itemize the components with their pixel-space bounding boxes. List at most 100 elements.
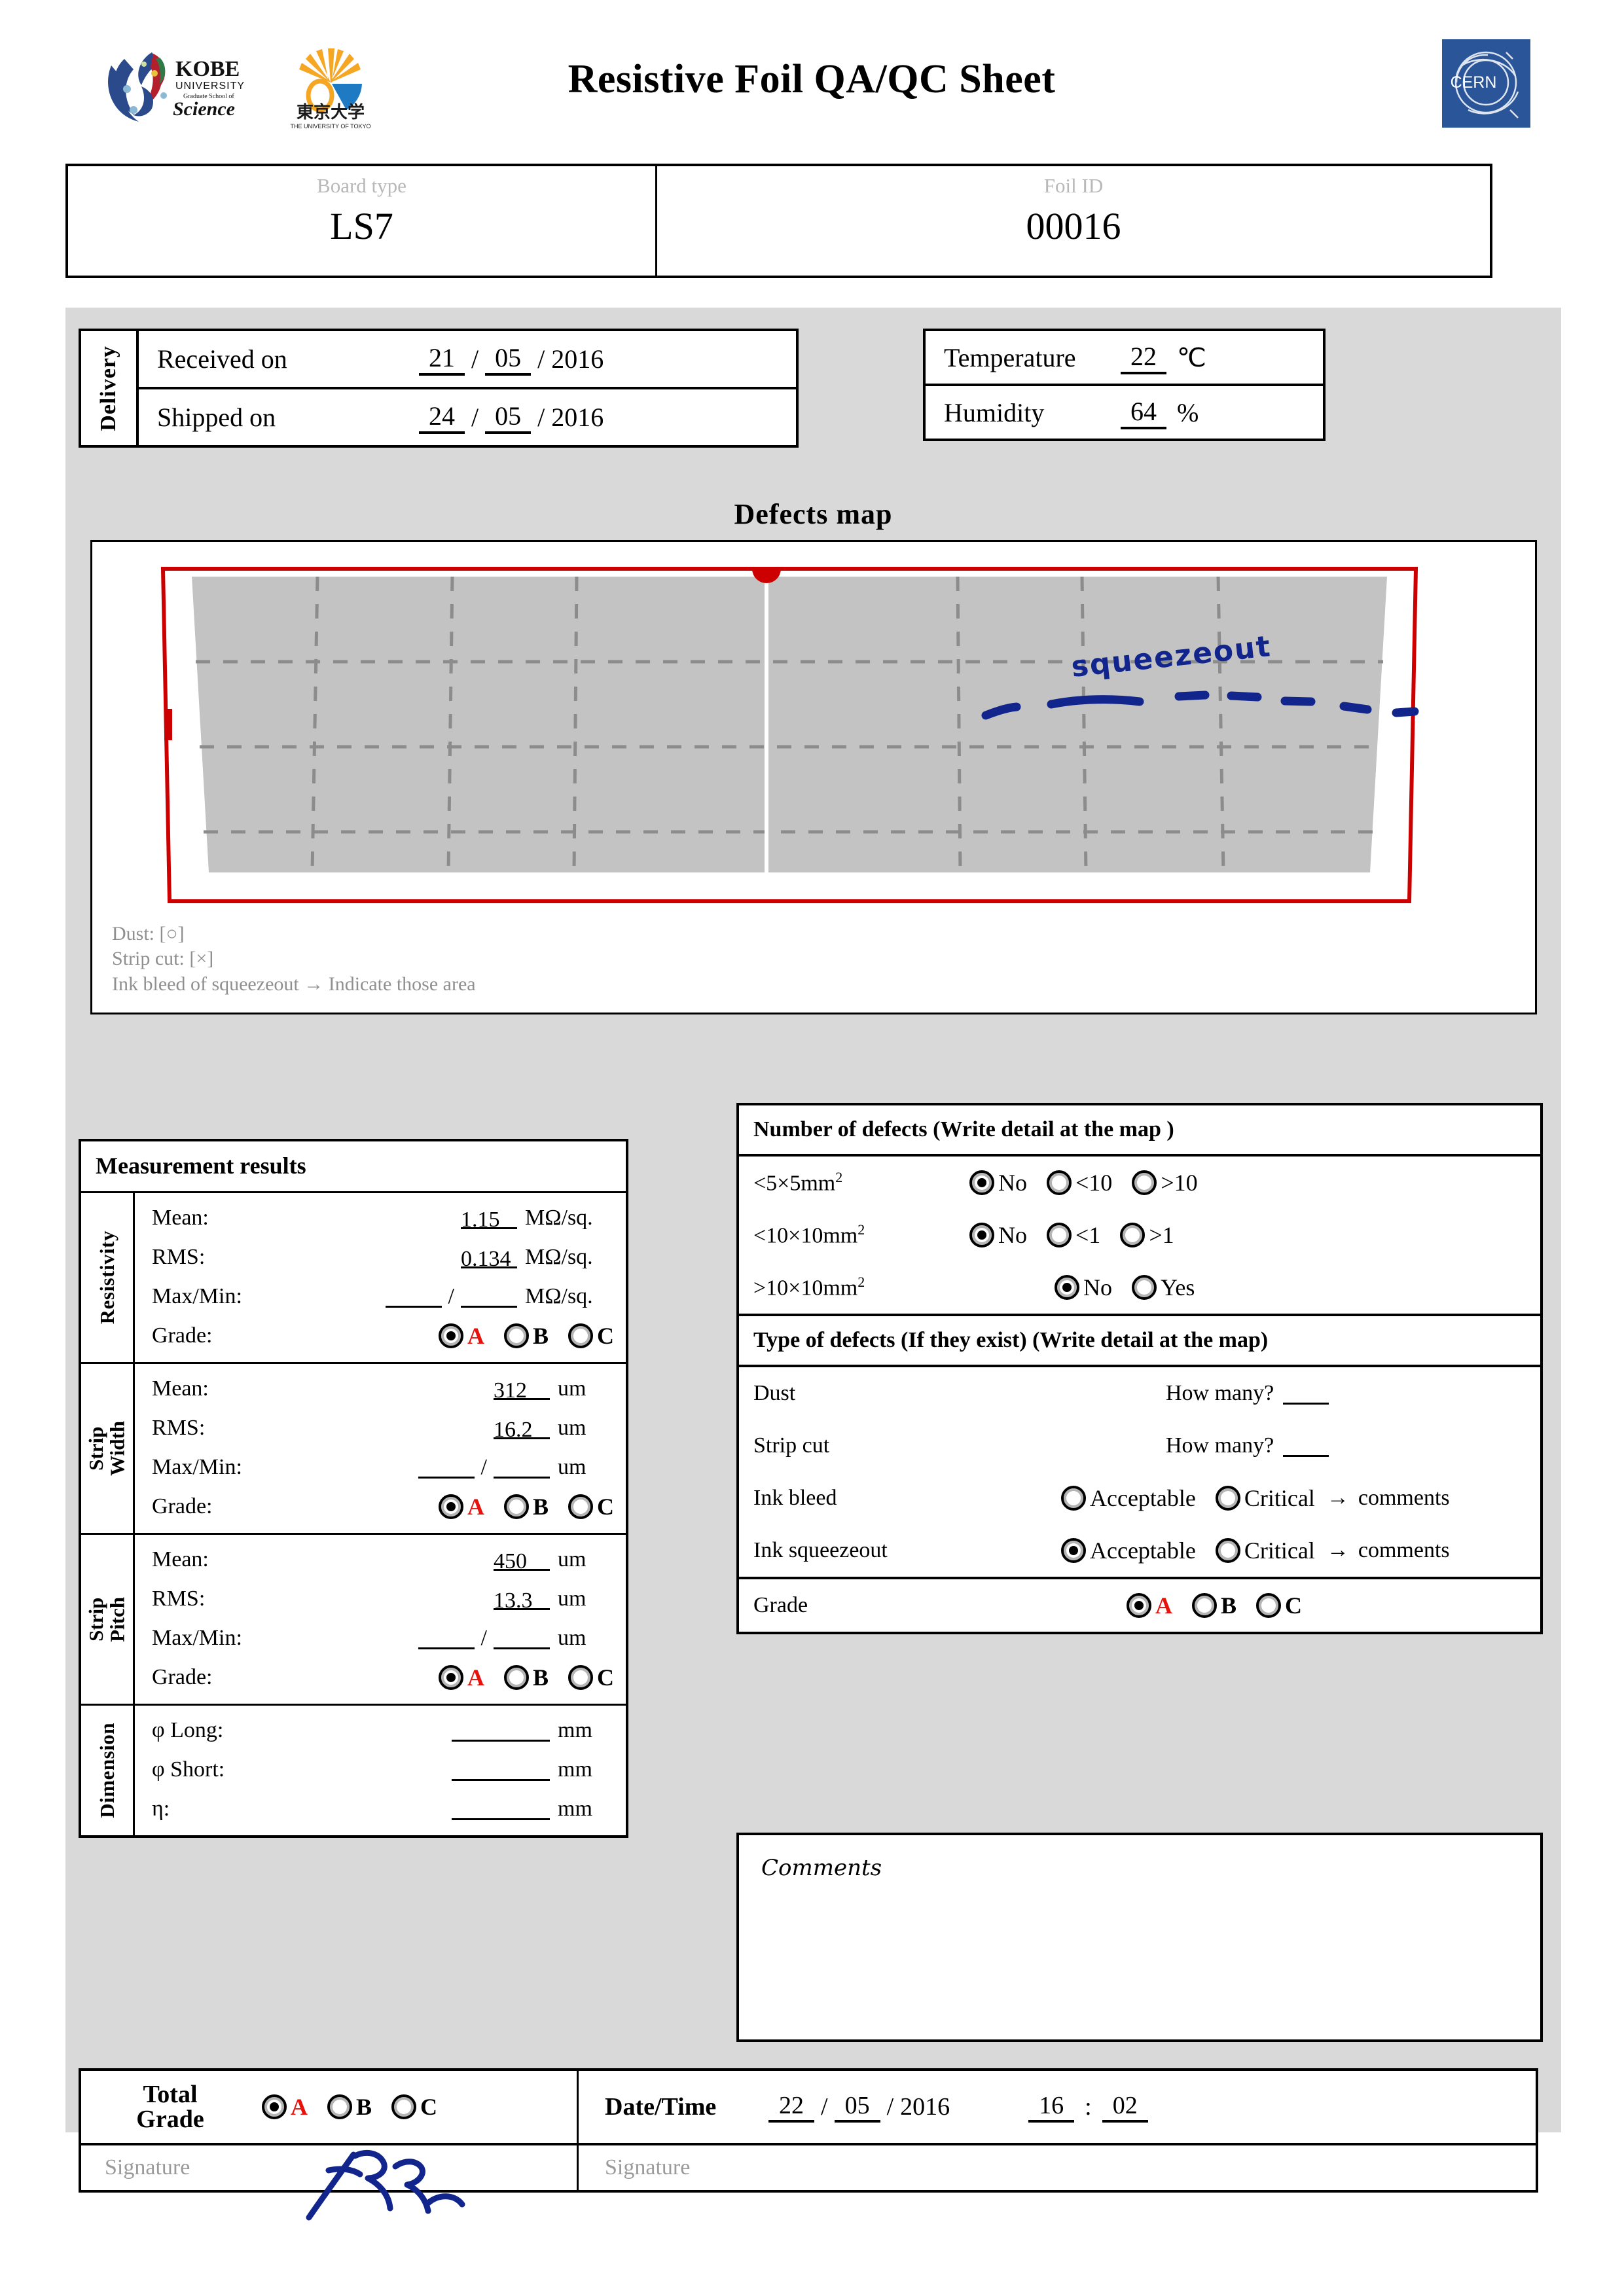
resistivity-grade-b[interactable]: B	[503, 1322, 551, 1350]
radio-icon[interactable]	[568, 1323, 593, 1348]
signature-cell-right[interactable]: Signature	[579, 2145, 1536, 2190]
ink-squeezeout-critical[interactable]: Critical	[1215, 1537, 1318, 1564]
temperature-field[interactable]: 22	[1121, 341, 1166, 374]
strip-pitch-grade-a[interactable]: A	[438, 1664, 487, 1691]
radio-icon[interactable]	[438, 1494, 463, 1519]
radio-icon[interactable]	[1215, 1538, 1240, 1563]
radio-icon[interactable]	[1055, 1275, 1079, 1300]
strip-width-label-line2: Width	[105, 1421, 129, 1476]
defects-gt10x10-option-yes[interactable]: Yes	[1132, 1274, 1197, 1301]
dimension-eta-value[interactable]	[452, 1799, 550, 1820]
radio-icon[interactable]	[969, 1223, 994, 1247]
foil-id-value: 00016	[1026, 205, 1121, 247]
strip-pitch-mean-value[interactable]: 450	[494, 1549, 550, 1573]
foil-diagram[interactable]: squeezeout	[158, 565, 1421, 905]
resistivity-min-value[interactable]	[461, 1286, 517, 1308]
radio-icon[interactable]	[1132, 1275, 1157, 1300]
defects-10x10-option-no[interactable]: No	[969, 1221, 1030, 1249]
date-day-field[interactable]: 22	[768, 2091, 814, 2123]
radio-icon[interactable]	[391, 2094, 417, 2119]
total-grade-a[interactable]: A	[262, 2093, 310, 2121]
radio-icon[interactable]	[503, 1665, 529, 1690]
date-month-field[interactable]: 05	[834, 2091, 880, 2123]
strip-pitch-grade-b[interactable]: B	[503, 1664, 551, 1691]
received-month-field[interactable]: 05	[485, 342, 532, 376]
defects-10x10-option-gt1[interactable]: >1	[1120, 1221, 1176, 1249]
defects-5x5-option-gt10[interactable]: >10	[1132, 1169, 1200, 1196]
signature-cell-left[interactable]: Signature	[81, 2145, 579, 2221]
comments-box[interactable]: Comments	[736, 1833, 1543, 2042]
strip-width-min-value[interactable]	[494, 1457, 550, 1479]
radio-icon[interactable]	[1256, 1593, 1282, 1618]
defects-5x5-option-lt10[interactable]: <10	[1047, 1169, 1115, 1196]
strip-width-grade-c[interactable]: C	[568, 1493, 617, 1520]
option-label: No	[998, 1170, 1027, 1196]
strip-pitch-rms-value[interactable]: 13.3	[494, 1588, 550, 1613]
total-grade-title: Total Grade	[105, 2082, 236, 2132]
defects-grade-a[interactable]: A	[1127, 1592, 1175, 1619]
radio-icon[interactable]	[1047, 1223, 1072, 1247]
radio-icon[interactable]	[1061, 1538, 1086, 1563]
received-day-field[interactable]: 21	[419, 342, 465, 376]
total-grade-c[interactable]: C	[391, 2093, 440, 2121]
radio-icon[interactable]	[1127, 1593, 1151, 1618]
radio-icon[interactable]	[327, 2094, 352, 2119]
option-label: Acceptable	[1090, 1485, 1196, 1511]
defects-10x10-option-lt1[interactable]: <1	[1047, 1221, 1103, 1249]
strip-pitch-grade-c[interactable]: C	[568, 1664, 617, 1691]
radio-icon[interactable]	[1192, 1593, 1217, 1618]
radio-icon[interactable]	[568, 1665, 593, 1690]
radio-icon[interactable]	[1047, 1170, 1072, 1195]
strip-width-maxmin-unit: um	[558, 1455, 586, 1479]
strip-width-grade-a[interactable]: A	[438, 1493, 487, 1520]
foil-left-tick-marker	[164, 709, 172, 740]
shipped-month-field[interactable]: 05	[485, 401, 532, 434]
strip-pitch-mean-unit: um	[558, 1547, 586, 1571]
resistivity-max-value[interactable]	[385, 1286, 442, 1308]
humidity-field[interactable]: 64	[1121, 396, 1166, 429]
resistivity-grade-c[interactable]: C	[568, 1322, 617, 1350]
radio-icon[interactable]	[568, 1494, 593, 1519]
defects-grade-c[interactable]: C	[1256, 1592, 1305, 1619]
radio-icon[interactable]	[1215, 1486, 1240, 1511]
resistivity-grade-a[interactable]: A	[438, 1322, 487, 1350]
radio-icon[interactable]	[969, 1170, 994, 1195]
strip-width-max-value[interactable]	[418, 1457, 475, 1479]
defects-5x5-option-no[interactable]: No	[969, 1169, 1030, 1196]
radio-icon[interactable]	[503, 1494, 529, 1519]
defects-grade-b[interactable]: B	[1192, 1592, 1239, 1619]
resistivity-rms-value[interactable]: 0.134	[461, 1247, 517, 1271]
type-strip-cut-row: Strip cut How many?	[739, 1420, 1540, 1472]
strip-pitch-max-value[interactable]	[418, 1628, 475, 1649]
time-hour-field[interactable]: 16	[1028, 2091, 1075, 2123]
radio-icon[interactable]	[438, 1323, 463, 1348]
ink-bleed-acceptable[interactable]: Acceptable	[1061, 1484, 1199, 1512]
dust-count-value[interactable]	[1283, 1383, 1329, 1405]
radio-icon[interactable]	[503, 1323, 529, 1348]
total-grade-b[interactable]: B	[327, 2093, 374, 2121]
radio-icon[interactable]	[438, 1665, 463, 1690]
time-minute-field[interactable]: 02	[1102, 2091, 1148, 2123]
radio-icon[interactable]	[1120, 1223, 1146, 1247]
grade-c-label: C	[597, 1494, 614, 1520]
strip-width-rms-value[interactable]: 16.2	[494, 1418, 550, 1442]
footer-slash-2: /	[886, 2093, 894, 2121]
ink-bleed-critical[interactable]: Critical	[1215, 1484, 1318, 1512]
dimension-short-value[interactable]	[452, 1759, 550, 1781]
strip-width-grade-b[interactable]: B	[503, 1493, 551, 1520]
shipped-day-field[interactable]: 24	[419, 401, 465, 434]
strip-pitch-rms-row: RMS: 13.3 um	[135, 1579, 626, 1619]
strip-pitch-min-value[interactable]	[494, 1628, 550, 1649]
strip-cut-count-value[interactable]	[1283, 1435, 1329, 1457]
radio-icon[interactable]	[262, 2094, 287, 2119]
strip-width-mean-value[interactable]: 312	[494, 1378, 550, 1403]
radio-icon[interactable]	[1061, 1486, 1086, 1511]
ink-squeezeout-acceptable[interactable]: Acceptable	[1061, 1537, 1199, 1564]
resistivity-mean-value[interactable]: 1.15	[461, 1208, 517, 1232]
radio-icon[interactable]	[1132, 1170, 1157, 1195]
defects-map-frame[interactable]: squeezeout Dust: [○] Strip cut: [×] Ink …	[90, 540, 1537, 1014]
strip-pitch-maxmin-label: Max/Min:	[152, 1626, 242, 1650]
resistivity-label: Resistivity	[95, 1230, 118, 1325]
defects-gt10x10-option-no[interactable]: No	[1055, 1274, 1115, 1301]
dimension-long-value[interactable]	[452, 1720, 550, 1742]
